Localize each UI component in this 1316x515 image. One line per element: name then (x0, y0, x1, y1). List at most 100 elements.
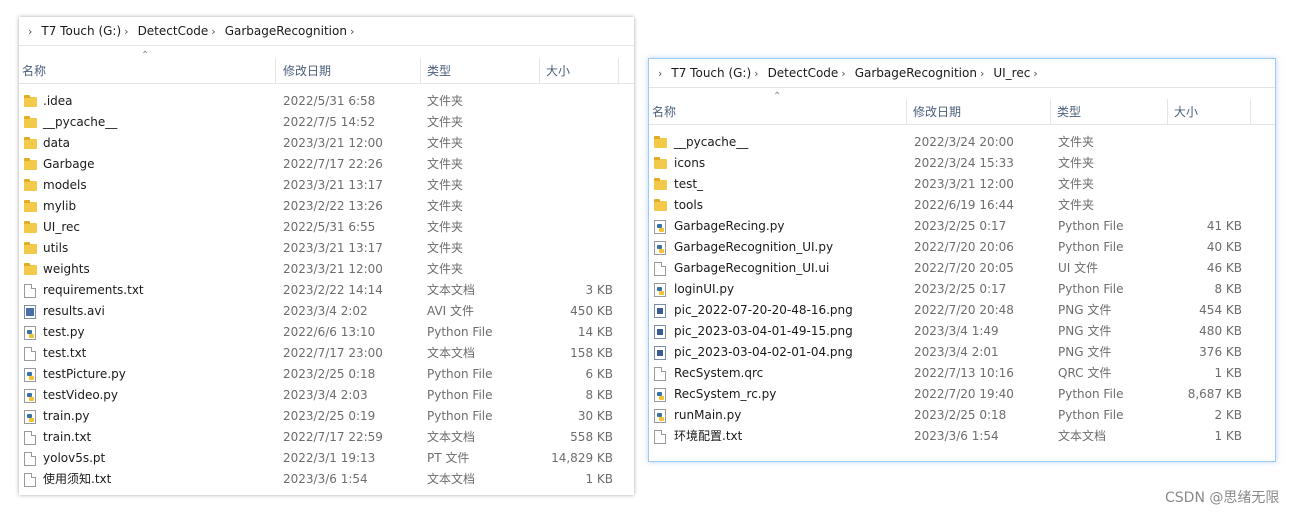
file-date: 2023/2/22 14:14 (283, 283, 383, 297)
file-row[interactable]: icons 2022/3/24 15:33 文件夹 (649, 153, 1275, 174)
breadcrumb-item[interactable]: GarbageRecognition (855, 66, 977, 80)
file-name: requirements.txt (43, 283, 144, 297)
file-row[interactable]: train.py 2023/2/25 0:19 Python File 30 KB (19, 406, 634, 427)
generic-file-icon (654, 262, 666, 276)
file-name: __pycache__ (674, 135, 749, 149)
file-name: train.py (43, 409, 90, 423)
file-row[interactable]: utils 2023/3/21 13:17 文件夹 (19, 238, 634, 259)
breadcrumb-arrow-icon[interactable]: › (211, 25, 215, 38)
address-bar[interactable]: › T7 Touch (G:) › DetectCode › GarbageRe… (649, 59, 1275, 88)
python-file-icon (24, 326, 36, 340)
file-name: 环境配置.txt (674, 429, 743, 443)
file-date: 2022/7/17 22:26 (283, 157, 383, 171)
file-row[interactable]: RecSystem_rc.py 2022/7/20 19:40 Python Fil… (649, 384, 1275, 405)
file-type: 文件夹 (427, 241, 464, 255)
file-row[interactable]: Garbage 2022/7/17 22:26 文件夹 (19, 154, 634, 175)
file-row[interactable]: results.avi 2023/3/4 2:02 AVI 文件 450 KB (19, 301, 634, 322)
file-size: 558 KB (570, 430, 613, 444)
file-row[interactable]: loginUI.py 2023/2/25 0:17 Python File 8 KB (649, 279, 1275, 300)
file-size: 8 KB (1214, 282, 1242, 296)
breadcrumb-arrow-icon[interactable]: › (658, 67, 662, 80)
file-date: 2023/2/25 0:17 (914, 219, 1007, 233)
python-file-icon (654, 388, 666, 402)
file-date: 2023/3/4 2:03 (283, 388, 368, 402)
file-type: PNG 文件 (1058, 324, 1112, 338)
file-name: .idea (43, 94, 73, 108)
file-size: 30 KB (577, 409, 613, 423)
file-row[interactable]: __pycache__ 2022/7/5 14:52 文件夹 (19, 112, 634, 133)
column-header-name[interactable]: 名称 (649, 99, 907, 125)
file-row[interactable]: mylib 2023/2/22 13:26 文件夹 (19, 196, 634, 217)
file-type: PT 文件 (427, 451, 470, 465)
file-row[interactable]: runMain.py 2023/2/25 0:18 Python File 2 KB (649, 405, 1275, 426)
file-type: 文本文档 (427, 283, 476, 297)
column-header-size[interactable]: 大小 (540, 58, 619, 84)
file-row[interactable]: GarbageRecognition_UI.ui 2022/7/20 20:05 U… (649, 258, 1275, 279)
breadcrumb-item[interactable]: T7 Touch (G:) (671, 66, 751, 80)
file-date: 2023/2/22 13:26 (283, 199, 383, 213)
file-row[interactable]: test.py 2022/6/6 13:10 Python File 14 KB (19, 322, 634, 343)
file-row[interactable]: requirements.txt 2023/2/22 14:14 文本文档 3 KB (19, 280, 634, 301)
breadcrumb-arrow-icon[interactable]: › (980, 67, 984, 80)
file-type: 文件夹 (1058, 156, 1095, 170)
file-row[interactable]: test.txt 2022/7/17 23:00 文本文档 158 KB (19, 343, 634, 364)
breadcrumb-item[interactable]: DetectCode (138, 24, 209, 38)
file-date: 2022/6/6 13:10 (283, 325, 376, 339)
file-row[interactable]: pic_2022-07-20-20-48-16.png 2022/7/20 20:… (649, 300, 1275, 321)
breadcrumb-arrow-icon[interactable]: › (841, 67, 845, 80)
file-row[interactable]: weights 2023/3/21 12:00 文件夹 (19, 259, 634, 280)
file-size: 40 KB (1206, 240, 1242, 254)
file-row[interactable]: test_ 2023/3/21 12:00 文件夹 (649, 174, 1275, 195)
file-row[interactable]: testPicture.py 2023/2/25 0:18 Python File 6… (19, 364, 634, 385)
file-name: 使用须知.txt (43, 472, 112, 486)
file-row[interactable]: pic_2023-03-04-01-49-15.png 2023/3/4 1:49… (649, 321, 1275, 342)
breadcrumb-arrow-icon[interactable]: › (28, 25, 32, 38)
file-row[interactable]: UI_rec 2022/5/31 6:55 文件夹 (19, 217, 634, 238)
column-header-type[interactable]: 类型 (1051, 99, 1168, 125)
column-header-type[interactable]: 类型 (421, 58, 540, 84)
file-name: runMain.py (674, 408, 742, 422)
breadcrumb-arrow-icon[interactable]: › (754, 67, 758, 80)
image-file-icon (654, 304, 666, 318)
breadcrumb-item[interactable]: DetectCode (768, 66, 839, 80)
column-header-date[interactable]: 修改日期 (277, 58, 421, 84)
breadcrumb-arrow-icon[interactable]: › (124, 25, 128, 38)
file-date: 2023/3/6 1:54 (283, 472, 368, 486)
column-header-name[interactable]: 名称 (19, 58, 276, 84)
file-row[interactable]: data 2023/3/21 12:00 文件夹 (19, 133, 634, 154)
file-size: 1 KB (1214, 429, 1242, 443)
file-row[interactable]: 使用须知.txt 2023/3/6 1:54 文本文档 1 KB (19, 469, 634, 490)
file-row[interactable]: train.txt 2022/7/17 22:59 文本文档 558 KB (19, 427, 634, 448)
column-header-date[interactable]: 修改日期 (907, 99, 1051, 125)
folder-icon (24, 116, 37, 128)
breadcrumb-item[interactable]: GarbageRecognition (225, 24, 347, 38)
file-row[interactable]: GarbageRecognition_UI.py 2022/7/20 20:06 P… (649, 237, 1275, 258)
file-name: testPicture.py (43, 367, 126, 381)
file-row[interactable]: models 2023/3/21 13:17 文件夹 (19, 175, 634, 196)
breadcrumb-arrow-icon[interactable]: › (350, 25, 354, 38)
file-row[interactable]: tools 2022/6/19 16:44 文件夹 (649, 195, 1275, 216)
file-row[interactable]: GarbageRecing.py 2023/2/25 0:17 Python Fil… (649, 216, 1275, 237)
file-row[interactable]: testVideo.py 2023/3/4 2:03 Python File 8 KB (19, 385, 634, 406)
breadcrumb-item[interactable]: T7 Touch (G:) (41, 24, 121, 38)
file-date: 2023/3/21 12:00 (283, 262, 383, 276)
breadcrumb-item[interactable]: UI_rec (993, 66, 1030, 80)
file-name: mylib (43, 199, 77, 213)
file-date: 2022/7/20 19:40 (914, 387, 1014, 401)
file-row[interactable]: RecSystem.qrc 2022/7/13 10:16 QRC 文件 1 KB (649, 363, 1275, 384)
python-file-icon (24, 410, 36, 424)
file-date: 2023/3/21 13:17 (283, 178, 383, 192)
column-header-size[interactable]: 大小 (1168, 99, 1251, 125)
file-row[interactable]: yolov5s.pt 2022/3/1 19:13 PT 文件 14,829 KB (19, 448, 634, 469)
file-row[interactable]: __pycache__ 2022/3/24 20:00 文件夹 (649, 132, 1275, 153)
file-row[interactable]: pic_2023-03-04-02-01-04.png 2023/3/4 2:01… (649, 342, 1275, 363)
folder-icon (24, 263, 37, 275)
file-type: 文本文档 (427, 472, 476, 486)
file-row[interactable]: 环境配置.txt 2023/3/6 1:54 文本文档 1 KB (649, 426, 1275, 447)
breadcrumb-arrow-icon[interactable]: › (1033, 67, 1037, 80)
file-row[interactable]: .idea 2022/5/31 6:58 文件夹 (19, 91, 634, 112)
file-type: QRC 文件 (1058, 366, 1112, 380)
folder-icon (654, 178, 667, 190)
address-bar[interactable]: › T7 Touch (G:) › DetectCode › GarbageRe… (19, 17, 634, 46)
file-name: test.txt (43, 346, 87, 360)
